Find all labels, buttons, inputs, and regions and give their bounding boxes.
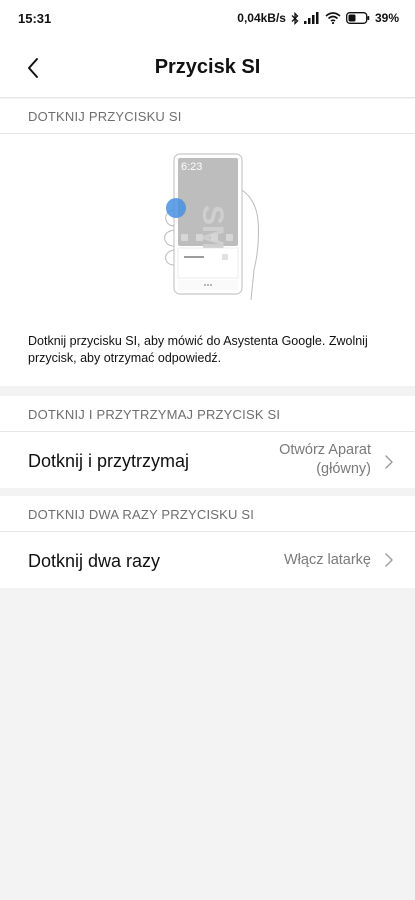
network-speed: 0,04kB/s [237, 11, 286, 25]
section-header-hold: DOTKNIJ I PRZYTRZYMAJ PRZYCISK SI [28, 407, 281, 422]
illustration-time: 6:23 [181, 161, 202, 173]
row-label-double: Dotknij dwa razy [28, 551, 161, 571]
status-right: 0,04kB/s 39% [237, 10, 399, 26]
row-label-hold: Dotknij i przytrzymaj [28, 451, 190, 471]
divider [0, 133, 415, 134]
hold-action-row[interactable]: Dotknij i przytrzymaj Otwórz Aparat (głó… [0, 432, 415, 488]
section-header-double: DOTKNIJ DWA RAZY PRZYCISKU SI [28, 507, 255, 522]
section-header-tap: DOTKNIJ PRZYCISKU SI [28, 109, 182, 124]
battery-percent: 39% [374, 11, 399, 25]
double-tap-action-row[interactable]: Dotknij dwa razy Włącz latarkę [0, 532, 415, 588]
status-time: 15:31 [18, 11, 52, 26]
signal-icon [303, 12, 320, 24]
battery-icon [346, 12, 370, 24]
phone-illustration: 6:23 SM [164, 153, 259, 300]
chevron-right-icon [385, 455, 393, 469]
row-value-hold: Otwórz Aparat (główny) [231, 441, 371, 479]
wifi-icon [325, 12, 341, 24]
row-value-hold-line1: Otwórz Aparat [279, 442, 371, 458]
page-title: Przycisk SI [154, 56, 261, 78]
bluetooth-icon [291, 11, 299, 25]
app-bar: Przycisk SI [0, 36, 415, 98]
section-description: Dotknij przycisku SI, aby mówić do Asyst… [28, 334, 368, 365]
svg-text:SM: SM [196, 205, 229, 250]
section-tap: DOTKNIJ PRZYCISKU SI 6:23 SM Dotknij prz… [0, 99, 415, 386]
touch-indicator [166, 198, 186, 218]
status-bar: 15:31 0,04kB/s 39% [0, 0, 415, 36]
chevron-right-icon [385, 553, 393, 567]
row-value-double: Włącz latarkę [283, 552, 371, 568]
row-value-hold-line2: (główny) [316, 461, 371, 477]
